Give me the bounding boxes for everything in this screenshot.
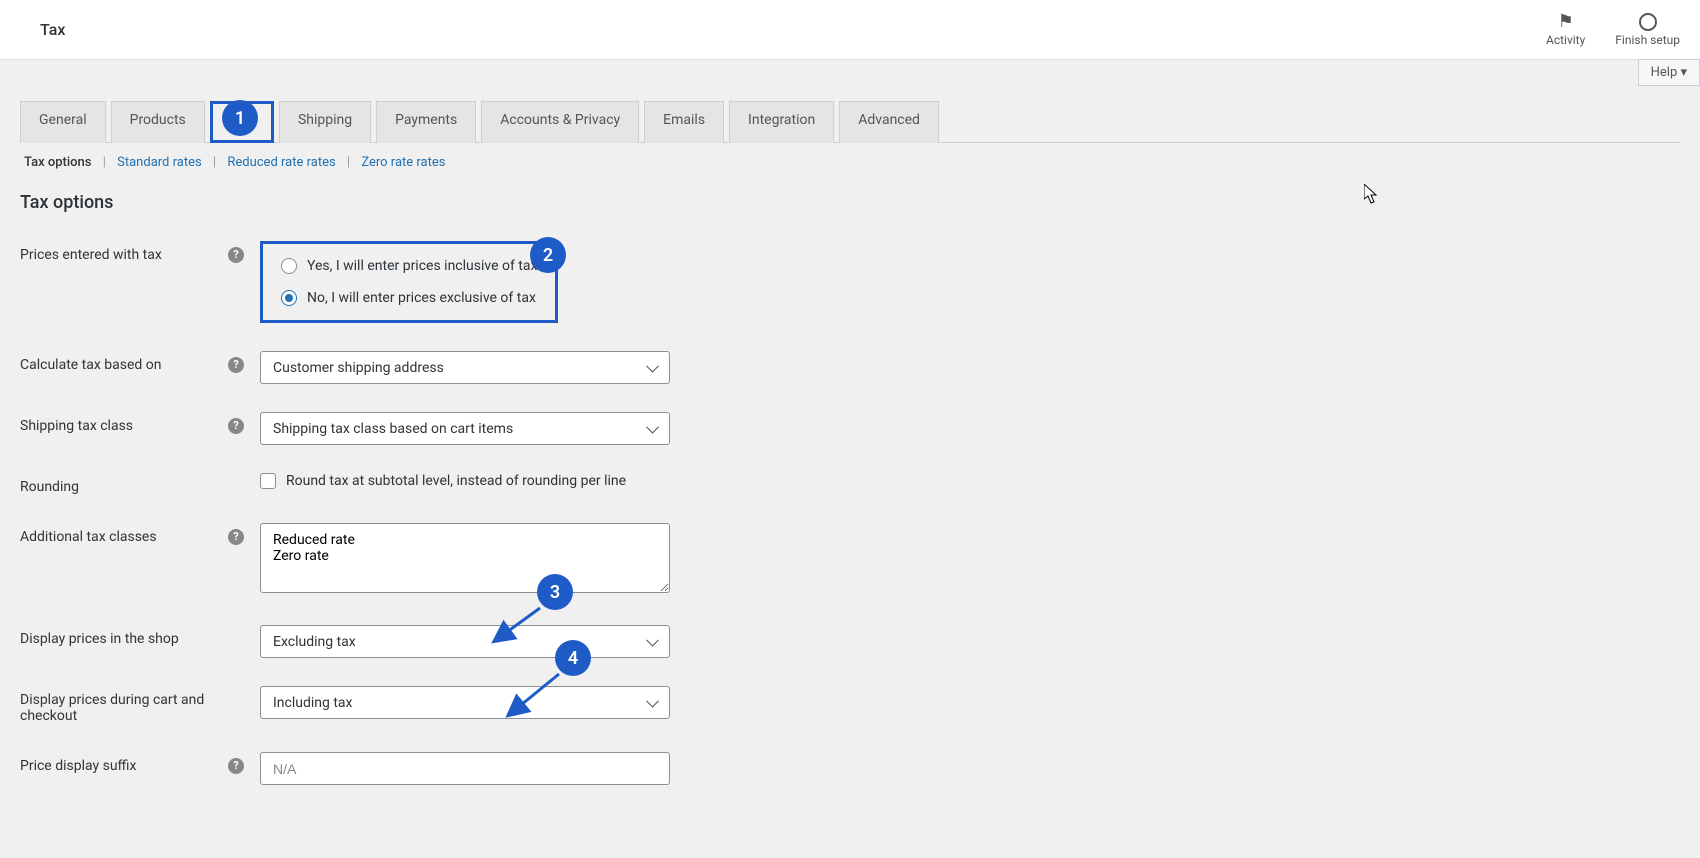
row-display-shop: Display prices in the shop Excluding tax [20,625,1680,658]
radio-inclusive[interactable]: Yes, I will enter prices inclusive of ta… [281,258,537,274]
label-additional-tax-classes: Additional tax classes ? [20,523,260,545]
help-tooltip-icon[interactable]: ? [228,529,244,545]
finish-setup-label: Finish setup [1615,33,1680,47]
radio-exclusive[interactable]: No, I will enter prices exclusive of tax [281,290,537,306]
annotation-arrow-3 [490,604,545,648]
subtab-zero-rates[interactable]: Zero rate rates [357,155,449,170]
row-shipping-tax-class: Shipping tax class ? Shipping tax class … [20,412,1680,445]
annotation-badge-3: 3 [537,574,573,610]
label-rounding: Rounding [20,473,260,495]
select-display-shop[interactable]: Excluding tax [260,625,670,658]
top-actions: ⚑ Activity Finish setup [1546,13,1680,47]
content-area: Help ▾ General Products Tax Shipping Pay… [0,60,1700,785]
activity-label: Activity [1546,33,1585,47]
select-display-shop-value: Excluding tax [273,634,356,650]
label-prices-entered: Prices entered with tax ? [20,241,260,263]
subtab-tax-options[interactable]: Tax options [20,155,95,170]
control-prices-entered: Yes, I will enter prices inclusive of ta… [260,241,670,323]
row-additional-tax-classes: Additional tax classes ? [20,523,1680,597]
help-tooltip-icon[interactable]: ? [228,247,244,263]
radio-exclusive-label: No, I will enter prices exclusive of tax [307,290,536,306]
subtab-standard-rates[interactable]: Standard rates [113,155,206,170]
label-shipping-tax-class: Shipping tax class ? [20,412,260,434]
radio-button-checked-icon [281,290,297,306]
checkbox-icon [260,473,276,489]
select-display-cart[interactable]: Including tax [260,686,670,719]
annotation-badge-2: 2 [530,237,566,273]
tab-payments[interactable]: Payments [376,101,476,143]
tab-accounts[interactable]: Accounts & Privacy [481,101,639,143]
tab-integration[interactable]: Integration [729,101,834,143]
page-title: Tax [40,20,65,39]
row-price-suffix: Price display suffix ? [20,752,1680,785]
flag-icon: ⚑ [1558,13,1574,31]
select-calc-tax[interactable]: Customer shipping address [260,351,670,384]
row-rounding: Rounding Round tax at subtotal level, in… [20,473,1680,495]
tab-advanced[interactable]: Advanced [839,101,939,143]
label-display-shop: Display prices in the shop [20,625,260,647]
cursor-icon [1364,184,1380,209]
select-calc-tax-value: Customer shipping address [273,360,444,376]
row-calc-tax: Calculate tax based on ? Customer shippi… [20,351,1680,384]
circle-progress-icon [1639,13,1657,31]
annotation-badge-1: 1 [222,100,258,136]
textarea-additional-tax-classes[interactable] [260,523,670,593]
help-button[interactable]: Help ▾ [1638,59,1700,86]
input-price-suffix[interactable] [260,752,670,785]
annotation-badge-4: 4 [555,640,591,676]
radio-group-prices: Yes, I will enter prices inclusive of ta… [260,241,558,323]
help-tooltip-icon[interactable]: ? [228,418,244,434]
checkbox-rounding-label: Round tax at subtotal level, instead of … [286,473,626,489]
settings-tabs: General Products Tax Shipping Payments A… [20,60,1680,143]
help-tooltip-icon[interactable]: ? [228,357,244,373]
subtabs: Tax options | Standard rates | Reduced r… [20,143,1680,182]
top-bar: Tax ⚑ Activity Finish setup [0,0,1700,60]
annotation-arrow-4 [504,670,564,724]
checkbox-rounding[interactable]: Round tax at subtotal level, instead of … [260,473,670,489]
select-display-cart-value: Including tax [273,695,353,711]
radio-inclusive-label: Yes, I will enter prices inclusive of ta… [307,258,537,274]
tab-general[interactable]: General [20,101,106,143]
section-title: Tax options [20,192,1680,213]
select-shipping-tax-class[interactable]: Shipping tax class based on cart items [260,412,670,445]
activity-button[interactable]: ⚑ Activity [1546,13,1585,47]
finish-setup-button[interactable]: Finish setup [1615,13,1680,47]
label-price-suffix: Price display suffix ? [20,752,260,774]
row-prices-entered: Prices entered with tax ? Yes, I will en… [20,241,1680,323]
label-calc-tax: Calculate tax based on ? [20,351,260,373]
tab-products[interactable]: Products [111,101,205,143]
tab-emails[interactable]: Emails [644,101,724,143]
row-display-cart: Display prices during cart and checkout … [20,686,1680,724]
help-tooltip-icon[interactable]: ? [228,758,244,774]
label-display-cart: Display prices during cart and checkout [20,686,260,724]
select-shipping-tax-class-value: Shipping tax class based on cart items [273,421,513,437]
tab-shipping[interactable]: Shipping [279,101,371,143]
subtab-reduced-rates[interactable]: Reduced rate rates [223,155,339,170]
radio-button-icon [281,258,297,274]
